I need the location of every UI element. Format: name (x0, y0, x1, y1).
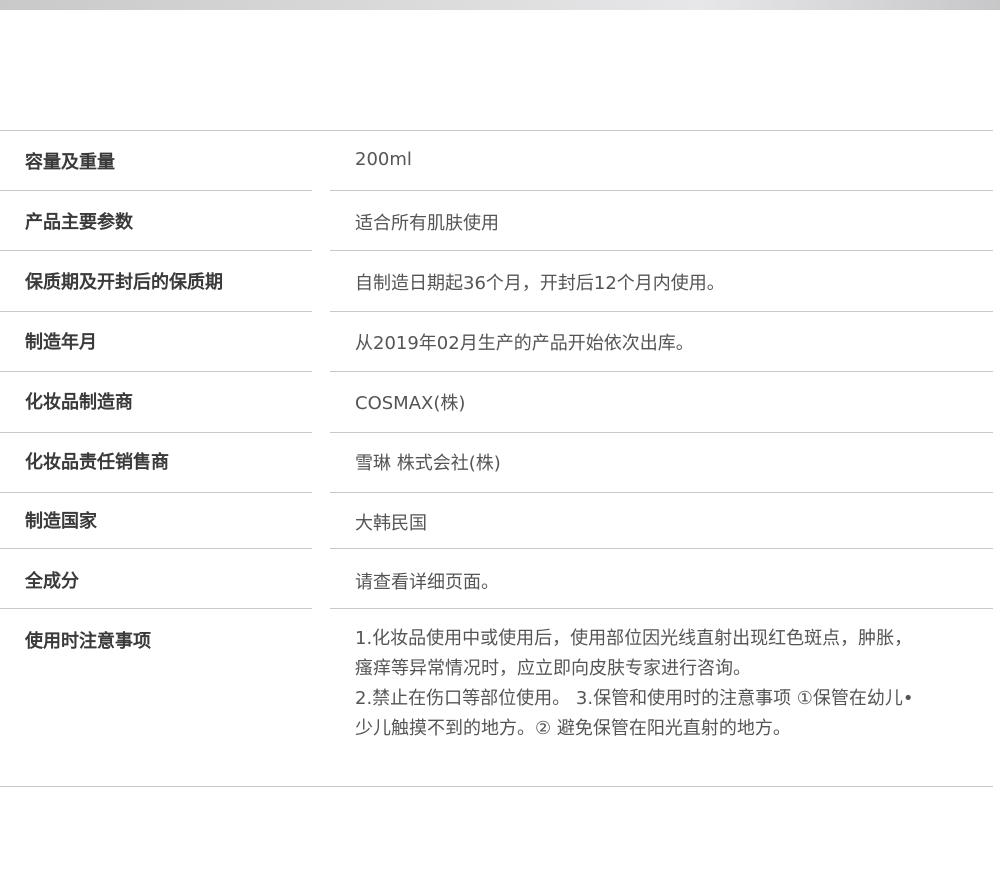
spec-label: 保质期及开封后的保质期 (25, 272, 223, 293)
spec-label: 制造年月 (25, 332, 97, 353)
row-divider (330, 492, 993, 493)
spec-label: 全成分 (25, 571, 79, 592)
table-top-rule (0, 130, 993, 131)
spec-value: 大韩民国 (355, 513, 427, 534)
spec-label: 使用时注意事项 (25, 631, 151, 652)
spec-value: 200ml (355, 149, 412, 170)
spec-value: COSMAX(株) (355, 393, 466, 414)
row-divider (330, 548, 993, 549)
spec-value: 从2019年02月生产的产品开始依次出库。 (355, 333, 694, 354)
row-divider (0, 432, 312, 433)
row-divider (330, 311, 993, 312)
table-bottom-rule (0, 786, 993, 787)
spec-label: 产品主要参数 (25, 212, 133, 233)
spec-label: 化妆品制造商 (25, 392, 133, 413)
row-divider (330, 190, 993, 191)
precaution-line: 瘙痒等异常情况时，应立即向皮肤专家进行咨询。 (355, 658, 751, 679)
row-divider (0, 190, 312, 191)
spec-value: 自制造日期起36个月，开封后12个月内使用。 (355, 273, 725, 294)
row-divider (0, 250, 312, 251)
spec-value: 雪琳 株式会社(株) (355, 453, 501, 474)
spec-value: 请查看详细页面。 (355, 572, 499, 593)
usage-precautions-text: 1.化妆品使用中或使用后，使用部位因光线直射出现红色斑点，肿胀， 瘙痒等异常情况… (355, 624, 955, 744)
precaution-line: 1.化妆品使用中或使用后，使用部位因光线直射出现红色斑点，肿胀， (355, 628, 913, 649)
spec-value: 适合所有肌肤使用 (355, 213, 499, 234)
row-divider (0, 371, 312, 372)
spec-label: 化妆品责任销售商 (25, 452, 169, 473)
row-divider (0, 608, 312, 609)
row-divider (330, 371, 993, 372)
row-divider (0, 548, 312, 549)
precaution-line: 少儿触摸不到的地方。② 避免保管在阳光直射的地方。 (355, 718, 791, 739)
row-divider (330, 250, 993, 251)
top-banner-strip (0, 0, 1000, 10)
row-divider (330, 432, 993, 433)
spec-label: 制造国家 (25, 511, 97, 532)
row-divider (330, 608, 993, 609)
precaution-line: 2.禁止在伤口等部位使用。 3.保管和使用时的注意事项 ①保管在幼儿• (355, 688, 914, 709)
spec-label: 容量及重量 (25, 152, 115, 173)
row-divider (0, 311, 312, 312)
row-divider (0, 492, 312, 493)
